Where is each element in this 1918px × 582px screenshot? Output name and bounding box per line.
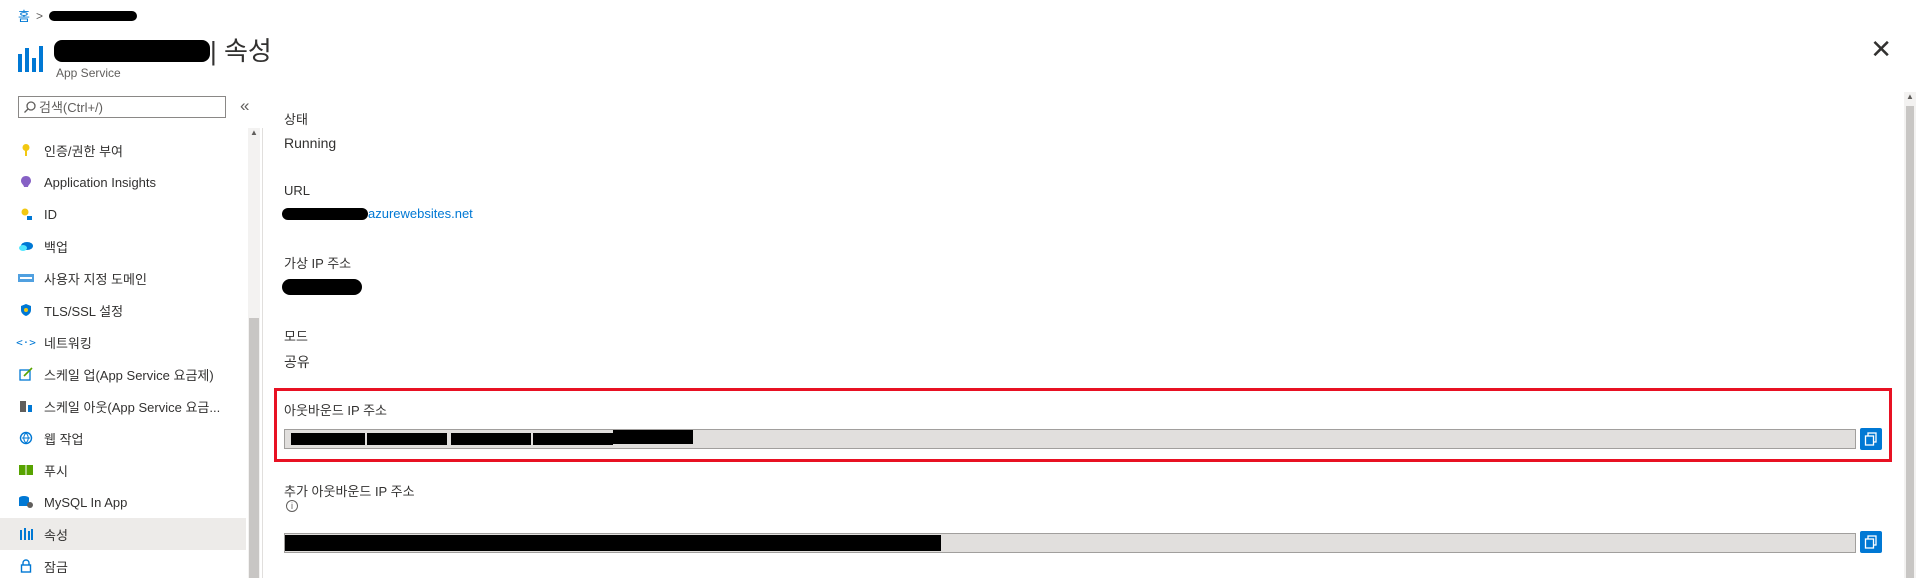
breadcrumb: 홈 > bbox=[18, 6, 137, 25]
sidebar-item-label: 네트워킹 bbox=[44, 335, 92, 351]
url-link-text[interactable]: azurewebsites.net bbox=[368, 206, 473, 221]
status-label: 상태 bbox=[284, 112, 308, 127]
sidebar-scrollbar[interactable]: ▲ bbox=[248, 128, 260, 578]
chevron-right-icon: > bbox=[35, 8, 43, 23]
sidebar-item-scale-up[interactable]: 스케일 업(App Service 요금제) bbox=[0, 358, 246, 390]
sidebar-item-push[interactable]: 푸시 bbox=[0, 454, 246, 486]
sidebar-nav: 인증/권한 부여 Application Insights ID 백업 사용자 … bbox=[0, 134, 246, 582]
virtual-ip-label: 가상 IP 주소 bbox=[284, 256, 352, 271]
copy-icon bbox=[1864, 535, 1877, 549]
divider bbox=[262, 128, 263, 578]
info-icon[interactable]: i bbox=[286, 500, 298, 512]
copy-icon bbox=[1864, 432, 1877, 446]
sidebar-item-properties[interactable]: 속성 bbox=[0, 518, 246, 550]
main-scrollbar[interactable]: ▲ bbox=[1904, 92, 1916, 578]
redacted-url-host bbox=[282, 207, 368, 220]
app-insights-icon bbox=[18, 174, 34, 190]
page-title: | 속성 bbox=[210, 36, 272, 66]
url-label: URL bbox=[284, 183, 311, 198]
key-icon bbox=[18, 142, 34, 158]
sidebar-item-label: 백업 bbox=[44, 239, 68, 255]
redacted-resource-name bbox=[48, 10, 137, 21]
outbound-ip-label: 아웃바운드 IP 주소 bbox=[284, 403, 387, 418]
shield-icon bbox=[18, 302, 34, 318]
webjobs-icon bbox=[18, 430, 34, 446]
sidebar-item-backup[interactable]: 백업 bbox=[0, 230, 246, 262]
outbound-ip-highlight bbox=[274, 388, 1892, 462]
sidebar-item-label: 인증/권한 부여 bbox=[44, 143, 123, 159]
sidebar-item-label: Application Insights bbox=[44, 174, 157, 190]
sidebar-item-auth[interactable]: 인증/권한 부여 bbox=[0, 134, 246, 166]
copy-outbound-ip-button[interactable] bbox=[1860, 428, 1882, 450]
redacted-ip bbox=[367, 433, 447, 445]
url-link[interactable]: azurewebsites.net bbox=[282, 206, 473, 221]
push-icon bbox=[18, 462, 34, 478]
sidebar-item-label: 스케일 업(App Service 요금제) bbox=[44, 367, 214, 383]
outbound-ip-field[interactable] bbox=[284, 429, 1856, 449]
sidebar-item-label: 잠금 bbox=[44, 559, 68, 575]
lock-icon bbox=[18, 558, 34, 574]
copy-additional-outbound-ip-button[interactable] bbox=[1860, 531, 1882, 553]
sidebar-item-mysql-in-app[interactable]: MySQL In App bbox=[0, 486, 246, 518]
mode-value: 공유 bbox=[284, 354, 310, 370]
sidebar-item-tls-ssl[interactable]: TLS/SSL 설정 bbox=[0, 294, 246, 326]
properties-logo-icon bbox=[18, 42, 44, 72]
scale-out-icon bbox=[18, 398, 34, 414]
properties-icon bbox=[18, 526, 34, 542]
scroll-up-arrow-icon[interactable]: ▲ bbox=[250, 128, 258, 137]
search-input[interactable] bbox=[37, 98, 221, 116]
additional-outbound-ip-label: 추가 아웃바운드 IP 주소 bbox=[284, 484, 415, 499]
breadcrumb-home-link[interactable]: 홈 bbox=[18, 6, 30, 25]
page-subtitle: App Service bbox=[56, 66, 121, 80]
redacted-ip bbox=[451, 433, 531, 445]
scale-up-icon bbox=[18, 366, 34, 382]
sidebar-item-label: 웹 작업 bbox=[44, 431, 84, 447]
main-scrollbar-thumb[interactable] bbox=[1906, 106, 1914, 578]
sidebar-search[interactable] bbox=[18, 96, 226, 118]
backup-icon bbox=[18, 238, 34, 254]
mysql-icon bbox=[18, 494, 34, 510]
sidebar-scrollbar-thumb[interactable] bbox=[249, 318, 259, 578]
mode-label: 모드 bbox=[284, 329, 308, 344]
sidebar-item-custom-domain[interactable]: 사용자 지정 도메인 bbox=[0, 262, 246, 294]
sidebar-item-label: 속성 bbox=[44, 527, 68, 543]
redacted-ip bbox=[291, 433, 365, 445]
redacted-virtual-ip bbox=[282, 279, 362, 295]
collapse-sidebar-icon[interactable]: « bbox=[240, 96, 249, 116]
sidebar-item-label: 푸시 bbox=[44, 463, 68, 479]
sidebar-item-label: ID bbox=[44, 206, 57, 222]
sidebar-item-label: TLS/SSL 설정 bbox=[44, 303, 124, 319]
sidebar-item-networking[interactable]: <·> 네트워킹 bbox=[0, 326, 246, 358]
sidebar-item-label: 스케일 아웃(App Service 요금... bbox=[44, 399, 221, 415]
sidebar-item-identity[interactable]: ID bbox=[0, 198, 246, 230]
close-icon[interactable]: ✕ bbox=[1870, 36, 1892, 62]
sidebar-item-label: 사용자 지정 도메인 bbox=[44, 271, 147, 287]
redacted-app-name bbox=[54, 40, 210, 62]
redacted-ip-list bbox=[285, 535, 941, 551]
identity-icon bbox=[18, 206, 34, 222]
search-icon bbox=[24, 101, 36, 113]
sidebar-item-application-insights[interactable]: Application Insights bbox=[0, 166, 246, 198]
networking-icon: <·> bbox=[16, 335, 36, 349]
sidebar-item-locks[interactable]: 잠금 bbox=[0, 550, 246, 582]
sidebar-item-label: MySQL In App bbox=[44, 494, 128, 510]
sidebar-item-webjobs[interactable]: 웹 작업 bbox=[0, 422, 246, 454]
custom-domain-icon bbox=[18, 270, 34, 286]
redacted-ip bbox=[613, 430, 693, 444]
additional-outbound-ip-field[interactable] bbox=[284, 533, 1856, 553]
sidebar-item-scale-out[interactable]: 스케일 아웃(App Service 요금... bbox=[0, 390, 246, 422]
redacted-ip bbox=[533, 433, 613, 445]
status-value: Running bbox=[284, 135, 337, 151]
scroll-up-arrow-icon[interactable]: ▲ bbox=[1906, 92, 1914, 101]
